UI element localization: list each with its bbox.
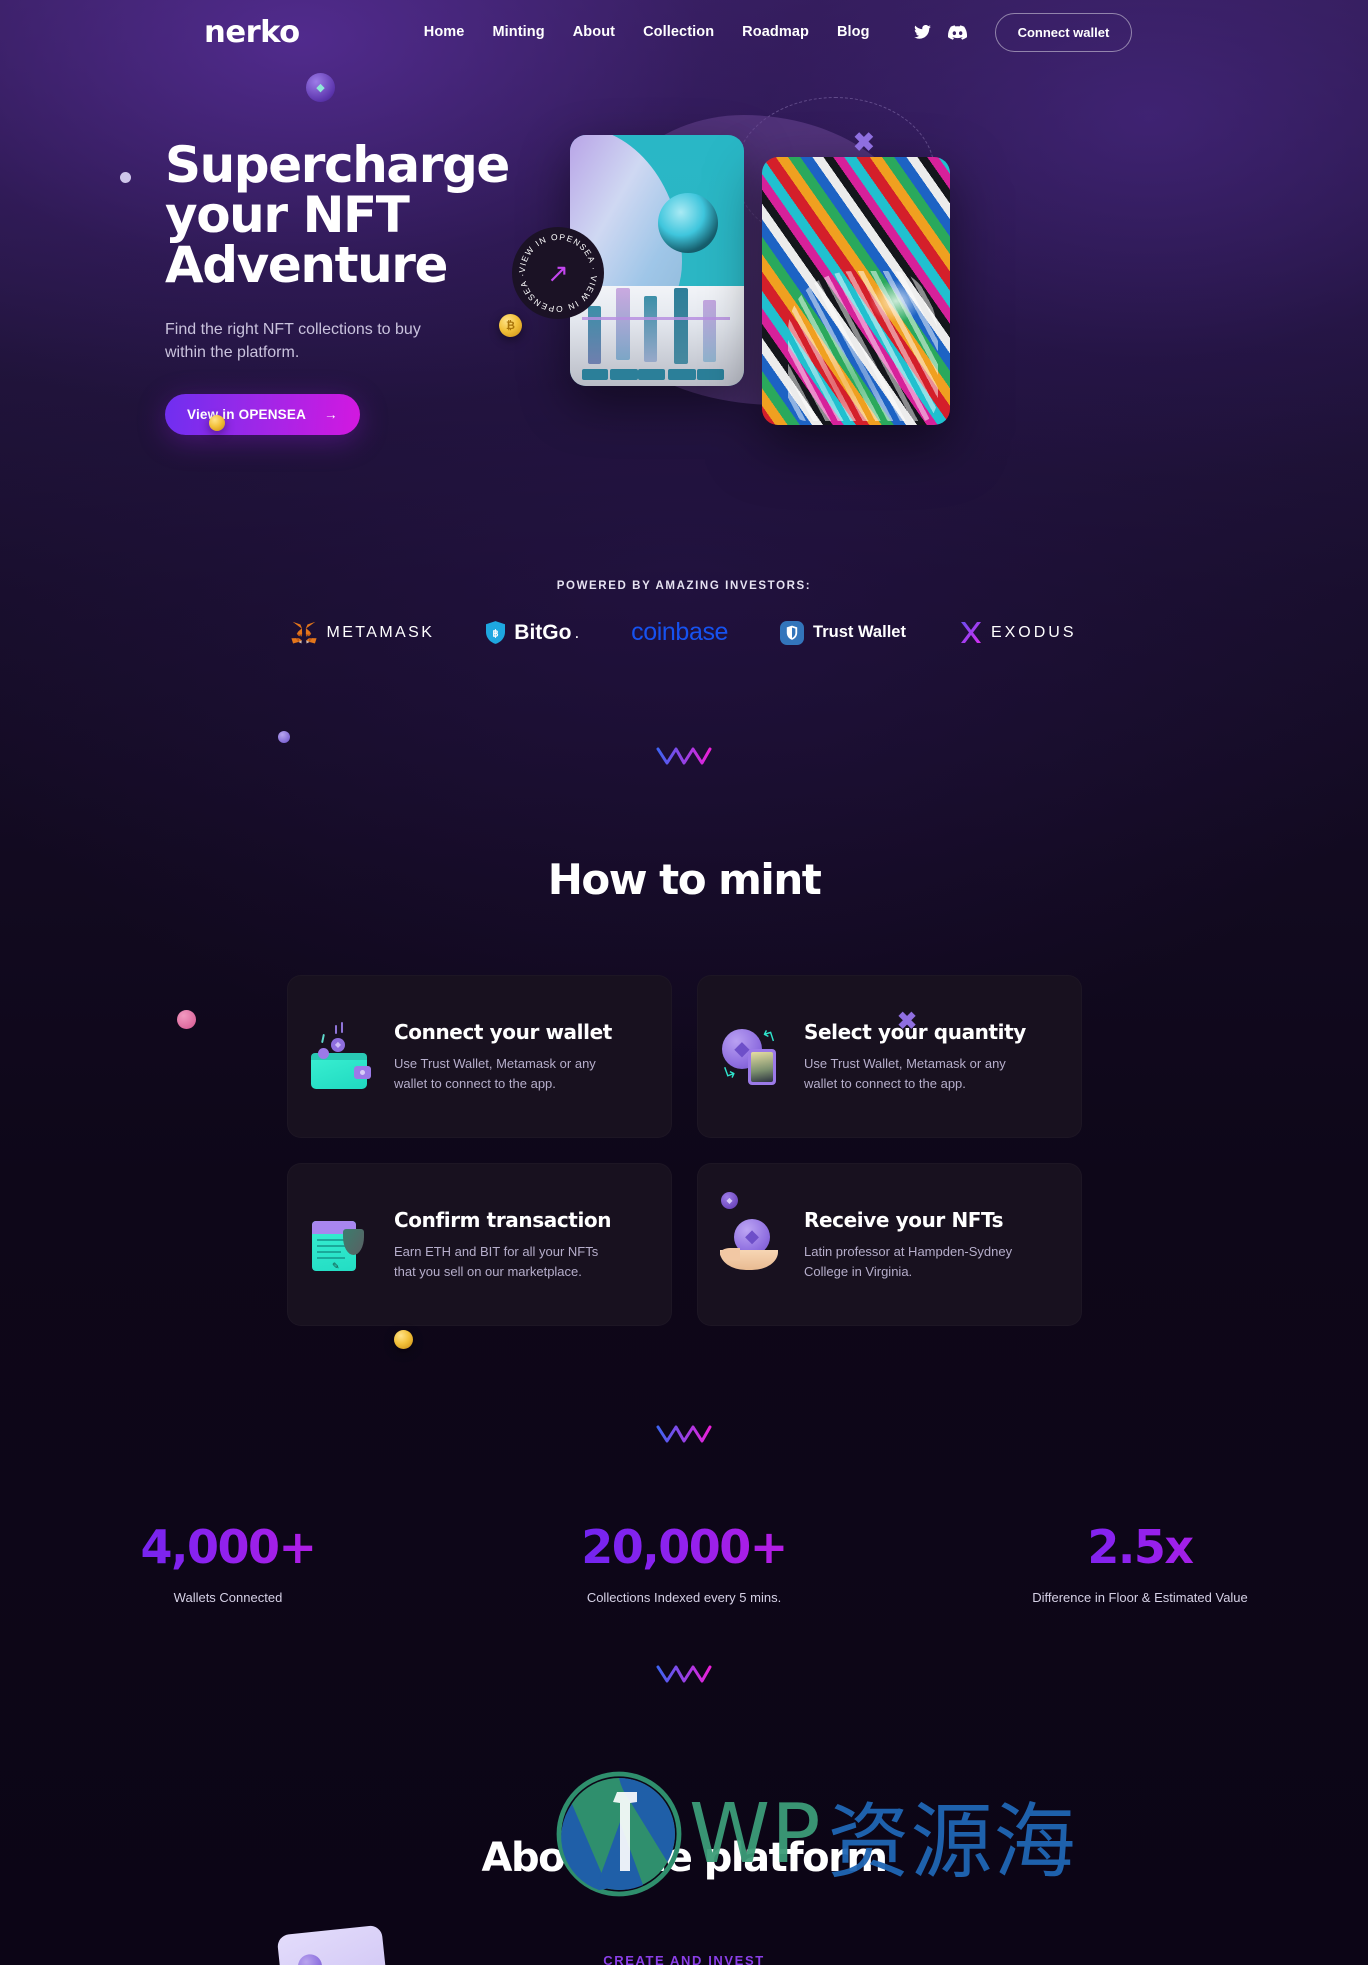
main-navigation: Home Minting About Collection Roadmap Bl… [424,24,870,40]
small-dot-decoration [120,172,131,183]
nav-item-roadmap[interactable]: Roadmap [742,24,809,40]
stat-value: 2.5x [912,1520,1368,1574]
nft-preview-card-2[interactable] [762,157,950,425]
exodus-x-icon [960,622,981,643]
how-to-mint-title: How to mint [547,855,822,904]
cta-label: View in OPENSEA [187,407,307,423]
gold-coin-decoration [209,415,225,431]
card-description: Earn ETH and BIT for all your NFTs that … [394,1244,599,1279]
mint-step-card[interactable]: ◆ Receive your NFTs Latin professor at H… [697,1163,1082,1326]
nft-figure-shape [788,271,938,421]
create-and-invest-eyebrow: CREATE AND INVEST [603,1953,765,1965]
bitcoin-coin-decoration: ₿ [499,314,522,337]
hero-artwork: VIEW IN OPENSEA · VIEW IN OPENSEA · ↗ ✖ [512,97,1360,445]
bitgo-label: BitGo [514,620,572,644]
eth-coin-decoration-2: ◆ [721,1192,738,1209]
bitgo-period: . [574,622,580,642]
about-platform-title: About the platform [481,1835,889,1881]
gold-coin-decoration-2 [394,1330,413,1349]
document-shield-icon: ✎ [310,1209,376,1281]
exodus-logo[interactable]: EXODUS [958,621,1077,644]
x-decoration-icon-2: ✖ [897,1008,918,1035]
nav-item-blog[interactable]: Blog [837,24,870,40]
nav-item-about[interactable]: About [573,24,615,40]
card-description: Latin professor at Hampden-Sydney Colleg… [804,1244,1013,1279]
landing-page: nerko Home Minting About Collection Road… [0,0,1368,1965]
mint-step-card[interactable]: ✎ Confirm transaction Earn ETH and BIT f… [287,1163,672,1326]
nav-item-collection[interactable]: Collection [643,24,714,40]
stat-item: 2.5x Difference in Floor & Estimated Val… [912,1520,1368,1605]
mint-step-card[interactable]: ◆ Connect your wallet Use Trust Wallet, … [287,975,672,1138]
hero-section: Supercharge your NFT Adventure Find the … [165,136,595,436]
mint-step-card[interactable]: ◆ ↰ ↰ Select your quantity Use Trust Wal… [697,975,1082,1138]
card-description: Use Trust Wallet, Metamask or any wallet… [804,1056,1006,1091]
trustwallet-label: Trust Wallet [813,623,906,641]
metamask-fox-icon [291,621,318,644]
arrow-right-icon: → [324,407,338,423]
x-decoration-icon: ✖ [853,127,875,157]
investors-label: POWERED BY AMAZING INVESTORS: [556,580,812,592]
exodus-label: EXODUS [990,623,1077,641]
page-title: Supercharge your NFT Adventure [165,136,510,294]
stat-label: Wallets Connected [173,1590,283,1605]
stat-label: Difference in Floor & Estimated Value [1032,1590,1248,1605]
card-title: Connect your wallet [394,1020,612,1044]
nav-item-minting[interactable]: Minting [492,24,544,40]
trustwallet-logo[interactable]: Trust Wallet [780,620,906,645]
nft-orb-shape [658,193,718,253]
zigzag-divider-2 [656,1425,712,1443]
metamask-logo[interactable]: METAMASK [291,621,434,645]
view-in-opensea-button[interactable]: View in OPENSEA → [165,394,360,436]
stat-value: 4,000+ [0,1520,456,1574]
nav-item-home[interactable]: Home [424,24,465,40]
zigzag-divider-1 [656,747,712,765]
wallet-icon: ◆ [310,1021,376,1093]
stat-value: 20,000+ [456,1520,912,1574]
bitgo-logo[interactable]: ฿ BitGo . [486,621,579,645]
social-links [913,24,967,40]
eth-coin-decoration: ◆ [306,73,335,102]
trustwallet-shield-icon [780,620,805,645]
how-to-mint-cards: ◆ Connect your wallet Use Trust Wallet, … [287,975,1082,1326]
stat-item: 4,000+ Wallets Connected [0,1520,456,1605]
investor-logo-row: METAMASK ฿ BitGo . coinbase Trust Wallet… [0,618,1368,647]
zigzag-divider-3 [656,1665,712,1683]
purple-dot-decoration [278,731,290,743]
hero-subtitle: Find the right NFT collections to buy wi… [165,321,421,362]
metamask-label: METAMASK [326,623,435,641]
card-description: Use Trust Wallet, Metamask or any wallet… [394,1056,596,1091]
connect-wallet-button[interactable]: Connect wallet [994,12,1133,52]
bitgo-shield-icon: ฿ [486,621,506,644]
coinbase-label: coinbase [631,618,729,646]
stat-label: Collections Indexed every 5 mins. [586,1590,782,1605]
pink-sphere-decoration [177,1010,196,1029]
hand-coin-icon: ◆ [720,1209,786,1281]
stats-section: 4,000+ Wallets Connected 20,000+ Collect… [0,1520,1368,1605]
investors-section: POWERED BY AMAZING INVESTORS: METAMASK ฿… [0,580,1368,647]
discord-icon[interactable] [947,24,967,40]
site-header: nerko Home Minting About Collection Road… [0,0,1368,64]
card-title: Confirm transaction [394,1208,612,1232]
brand-logo[interactable]: nerko [204,15,300,50]
card-title: Receive your NFTs [804,1208,1004,1232]
twitter-icon[interactable] [913,25,931,39]
svg-text:฿: ฿ [493,628,499,639]
stat-item: 20,000+ Collections Indexed every 5 mins… [456,1520,912,1605]
coinbase-logo[interactable]: coinbase [631,618,728,647]
swap-nft-icon: ◆ ↰ ↰ [719,1021,786,1093]
